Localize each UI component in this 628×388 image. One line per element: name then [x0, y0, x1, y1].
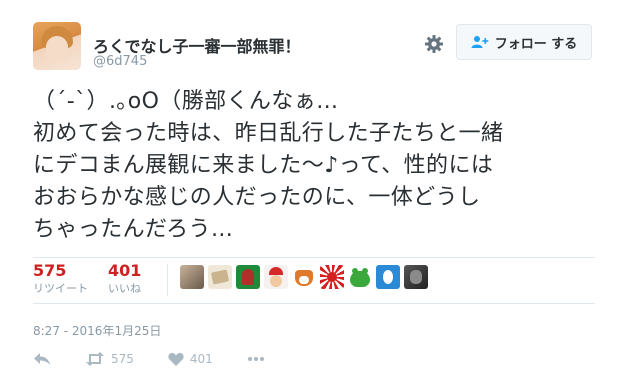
liker-avatar-8[interactable] [376, 265, 401, 289]
more-icon [247, 357, 264, 361]
liker-avatar-3[interactable] [236, 265, 261, 289]
liker-avatar-1[interactable] [180, 265, 205, 289]
avatar-face [46, 36, 68, 62]
like-stat[interactable]: 401 いいね [108, 262, 141, 302]
tweet-timestamp[interactable]: 8:27 - 2016年1月25日 [33, 322, 161, 339]
like-button[interactable]: 401 [168, 352, 213, 366]
tweet-stats: 575 リツイート 401 いいね [33, 262, 429, 302]
reply-button[interactable] [33, 352, 51, 366]
liker-avatar-6[interactable] [320, 265, 345, 289]
stats-divider-top [33, 257, 595, 258]
person-add-icon [471, 36, 489, 48]
like-stat-label: いいね [108, 282, 141, 295]
gear-icon[interactable] [424, 34, 444, 54]
liker-avatar-2[interactable] [208, 265, 233, 289]
liker-avatar-5[interactable] [292, 265, 317, 289]
retweet-stat-count: 575 [33, 261, 67, 280]
follow-button-label: フォロー する [494, 36, 578, 52]
stats-separator [167, 264, 169, 296]
liker-avatar-7[interactable] [348, 265, 373, 289]
retweet-icon [86, 352, 104, 366]
liked-by-avatars [180, 265, 429, 302]
retweet-stat-label: リツイート [33, 282, 88, 295]
liker-avatar-4[interactable] [264, 265, 289, 289]
like-action-count: 401 [189, 352, 213, 366]
liker-avatar-9[interactable] [404, 265, 429, 289]
more-button[interactable] [247, 356, 265, 362]
heart-icon [168, 353, 184, 366]
retweet-stat[interactable]: 575 リツイート [33, 262, 88, 302]
follow-button[interactable]: フォロー する [456, 24, 592, 60]
profile-avatar[interactable] [33, 22, 81, 70]
like-stat-count: 401 [108, 261, 142, 280]
tweet-actions: 575 401 [33, 349, 299, 369]
stats-divider-bottom [33, 303, 595, 304]
screen-name[interactable]: @6d745 [93, 54, 147, 69]
reply-icon [34, 353, 50, 365]
retweet-button[interactable]: 575 [85, 352, 134, 366]
retweet-action-count: 575 [111, 352, 134, 366]
tweet-text: （´-`）.｡oO（勝部くんなぁ… 初めて会った時は、昨日乱行した子たちと一緒 … [33, 89, 504, 242]
